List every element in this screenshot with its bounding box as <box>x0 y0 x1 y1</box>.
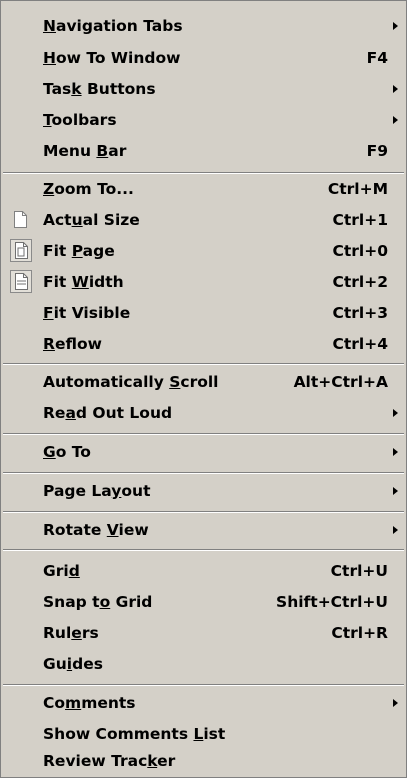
menu-item-toolbars[interactable]: Toolbars <box>1 105 406 136</box>
menu-item-page-layout[interactable]: Page Layout <box>1 476 406 507</box>
shortcut-label: Ctrl+U <box>330 562 388 580</box>
menu-item-rulers[interactable]: Rulers Ctrl+R <box>1 618 406 649</box>
menu-item-actual-size[interactable]: Actual Size Ctrl+1 <box>1 205 406 236</box>
menu-item-how-to-window[interactable]: How To Window F4 <box>1 43 406 74</box>
submenu-arrow-icon <box>393 448 398 456</box>
shortcut-label: Ctrl+R <box>331 624 388 642</box>
menu-item-review-tracker[interactable]: Review Tracker <box>1 746 406 777</box>
menu-item-comments[interactable]: Comments <box>1 688 406 719</box>
shortcut-label: Ctrl+1 <box>332 211 388 229</box>
submenu-arrow-icon <box>393 116 398 124</box>
menu-separator <box>3 363 404 365</box>
view-menu: Navigation Tabs How To Window F4 Task Bu… <box>0 0 407 778</box>
shortcut-label: Shift+Ctrl+U <box>276 593 388 611</box>
menu-item-task-buttons[interactable]: Task Buttons <box>1 74 406 105</box>
menu-item-grid[interactable]: Grid Ctrl+U <box>1 556 406 587</box>
submenu-arrow-icon <box>393 526 398 534</box>
menu-item-fit-width[interactable]: Fit Width Ctrl+2 <box>1 267 406 298</box>
submenu-arrow-icon <box>393 409 398 417</box>
shortcut-label: Ctrl+2 <box>332 273 388 291</box>
menu-item-go-to[interactable]: Go To <box>1 437 406 468</box>
page-icon <box>15 273 28 290</box>
menu-separator <box>3 549 404 551</box>
shortcut-label: Alt+Ctrl+A <box>293 373 388 391</box>
menu-item-read-out-loud[interactable]: Read Out Loud <box>1 398 406 429</box>
menu-item-fit-visible[interactable]: Fit Visible Ctrl+3 <box>1 298 406 329</box>
submenu-arrow-icon <box>393 22 398 30</box>
menu-item-guides[interactable]: Guides <box>1 649 406 680</box>
menu-item-menu-bar[interactable]: Menu Bar F9 <box>1 136 406 167</box>
menu-separator <box>3 684 404 686</box>
shortcut-label: F4 <box>366 49 388 67</box>
menu-separator <box>3 433 404 435</box>
fit-width-icon <box>10 270 32 293</box>
menu-item-rotate-view[interactable]: Rotate View <box>1 515 406 546</box>
menu-separator <box>3 472 404 474</box>
fit-page-icon <box>10 239 32 262</box>
page-icon <box>15 242 28 259</box>
menu-item-navigation-tabs[interactable]: Navigation Tabs <box>1 11 406 42</box>
page-icon <box>14 211 27 228</box>
menu-item-automatically-scroll[interactable]: Automatically Scroll Alt+Ctrl+A <box>1 367 406 398</box>
menu-separator <box>3 511 404 513</box>
shortcut-label: Ctrl+M <box>327 180 388 198</box>
shortcut-label: Ctrl+3 <box>332 304 388 322</box>
submenu-arrow-icon <box>393 487 398 495</box>
menu-item-zoom-to[interactable]: Zoom To... Ctrl+M <box>1 174 406 205</box>
menu-item-snap-to-grid[interactable]: Snap to Grid Shift+Ctrl+U <box>1 587 406 618</box>
shortcut-label: F9 <box>366 142 388 160</box>
shortcut-label: Ctrl+0 <box>332 242 388 260</box>
menu-item-fit-page[interactable]: Fit Page Ctrl+0 <box>1 236 406 267</box>
submenu-arrow-icon <box>393 699 398 707</box>
menu-item-reflow[interactable]: Reflow Ctrl+4 <box>1 329 406 360</box>
submenu-arrow-icon <box>393 85 398 93</box>
shortcut-label: Ctrl+4 <box>332 335 388 353</box>
